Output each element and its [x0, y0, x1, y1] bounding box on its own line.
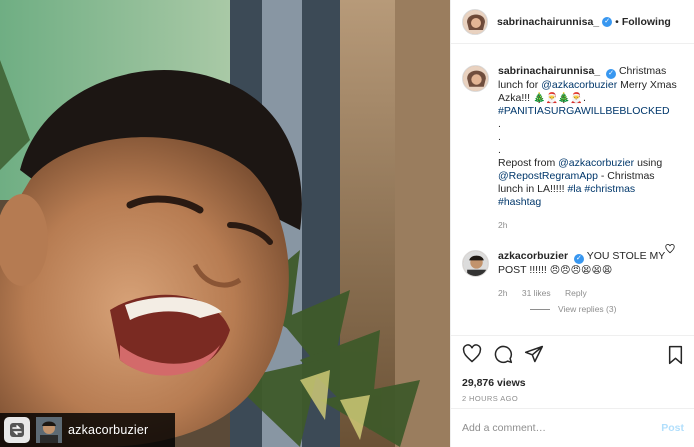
comment-input[interactable] — [462, 422, 662, 434]
view-replies-link[interactable]: View replies (3) — [530, 304, 684, 314]
caption-meta: 2h — [498, 219, 681, 232]
repost-icon — [4, 417, 30, 443]
caption-dot: . — [498, 144, 501, 156]
verified-icon: ✓ — [573, 254, 584, 264]
hashtag-link[interactable]: #la — [567, 183, 581, 195]
caption-avatar[interactable] — [462, 65, 489, 92]
verified-icon: ✓ — [606, 69, 617, 79]
caption-dot: . — [498, 118, 501, 130]
reply-comment: azkacorbuzier ✓ YOU STOLE MY POST !!!!!!… — [462, 250, 684, 300]
comment-icon[interactable] — [493, 344, 513, 367]
author-username[interactable]: sabrinachairunnisa_ — [497, 16, 599, 28]
mention-link[interactable]: @azkacorbuzier — [558, 157, 634, 169]
repost-username[interactable]: azkacorbuzier — [68, 423, 148, 437]
caption-comment: sabrinachairunnisa_ ✓ Christmas lunch fo… — [462, 65, 684, 232]
reply-time[interactable]: 2h — [498, 288, 507, 298]
bookmark-icon[interactable] — [667, 345, 684, 368]
verified-icon: ✓ — [602, 16, 613, 27]
caption-text-3: Repost from — [498, 157, 556, 169]
caption-emojis: 🎄🎅🎄🎅. — [533, 93, 587, 104]
reply-likes[interactable]: 31 likes — [522, 288, 551, 298]
heart-icon[interactable] — [665, 244, 675, 257]
post-header: sabrinachairunnisa_ ✓ • Following — [451, 0, 694, 44]
post-comment-button[interactable]: Post — [661, 422, 684, 434]
header-separator: • — [615, 15, 619, 28]
caption-text-4: using — [637, 157, 663, 169]
post-age[interactable]: 2 HOURS AGO — [462, 394, 684, 403]
caption-text: sabrinachairunnisa_ ✓ Christmas lunch fo… — [498, 65, 681, 232]
reply-text: azkacorbuzier ✓ YOU STOLE MY POST !!!!!!… — [498, 250, 681, 300]
post-view: azkacorbuzier sabrinachairunnisa_ ✓ • Fo… — [0, 0, 694, 447]
repost-badge[interactable]: azkacorbuzier — [0, 413, 175, 447]
reply-username[interactable]: azkacorbuzier — [498, 250, 568, 262]
reply-button[interactable]: Reply — [565, 288, 587, 298]
action-icons — [462, 343, 684, 367]
mention-link[interactable]: @RepostRegramApp — [498, 170, 598, 182]
video-frame — [0, 0, 450, 447]
post-side-panel: sabrinachairunnisa_ ✓ • Following sabrin… — [450, 0, 694, 447]
caption-username[interactable]: sabrinachairunnisa_ — [498, 65, 600, 77]
following-button[interactable]: Following — [622, 16, 671, 28]
repost-avatar — [36, 417, 62, 443]
author-avatar[interactable] — [462, 8, 488, 35]
caption-time[interactable]: 2h — [498, 220, 507, 230]
share-icon[interactable] — [524, 344, 544, 367]
comment-box: Post — [451, 408, 694, 447]
reply-emojis: 😠😠😠😫😫😩 — [549, 265, 613, 276]
hashtag-link[interactable]: #PANITIASURGAWILLBEBLOCKED — [498, 105, 681, 118]
reply-avatar[interactable] — [462, 250, 489, 277]
reply-meta: 2h 31 likes Reply — [498, 287, 681, 300]
heart-icon[interactable] — [462, 343, 482, 367]
mention-link[interactable]: @azkacorbuzier — [541, 79, 617, 91]
view-count[interactable]: 29,876 views — [462, 377, 684, 389]
action-bar: 29,876 views 2 HOURS AGO — [451, 335, 694, 408]
caption-dot: . — [498, 131, 501, 143]
hashtag-link[interactable]: #christmas — [584, 183, 635, 195]
hashtag-link[interactable]: #hashtag — [498, 196, 541, 208]
comments-list[interactable]: sabrinachairunnisa_ ✓ Christmas lunch fo… — [451, 45, 694, 335]
post-media[interactable]: azkacorbuzier — [0, 0, 450, 447]
